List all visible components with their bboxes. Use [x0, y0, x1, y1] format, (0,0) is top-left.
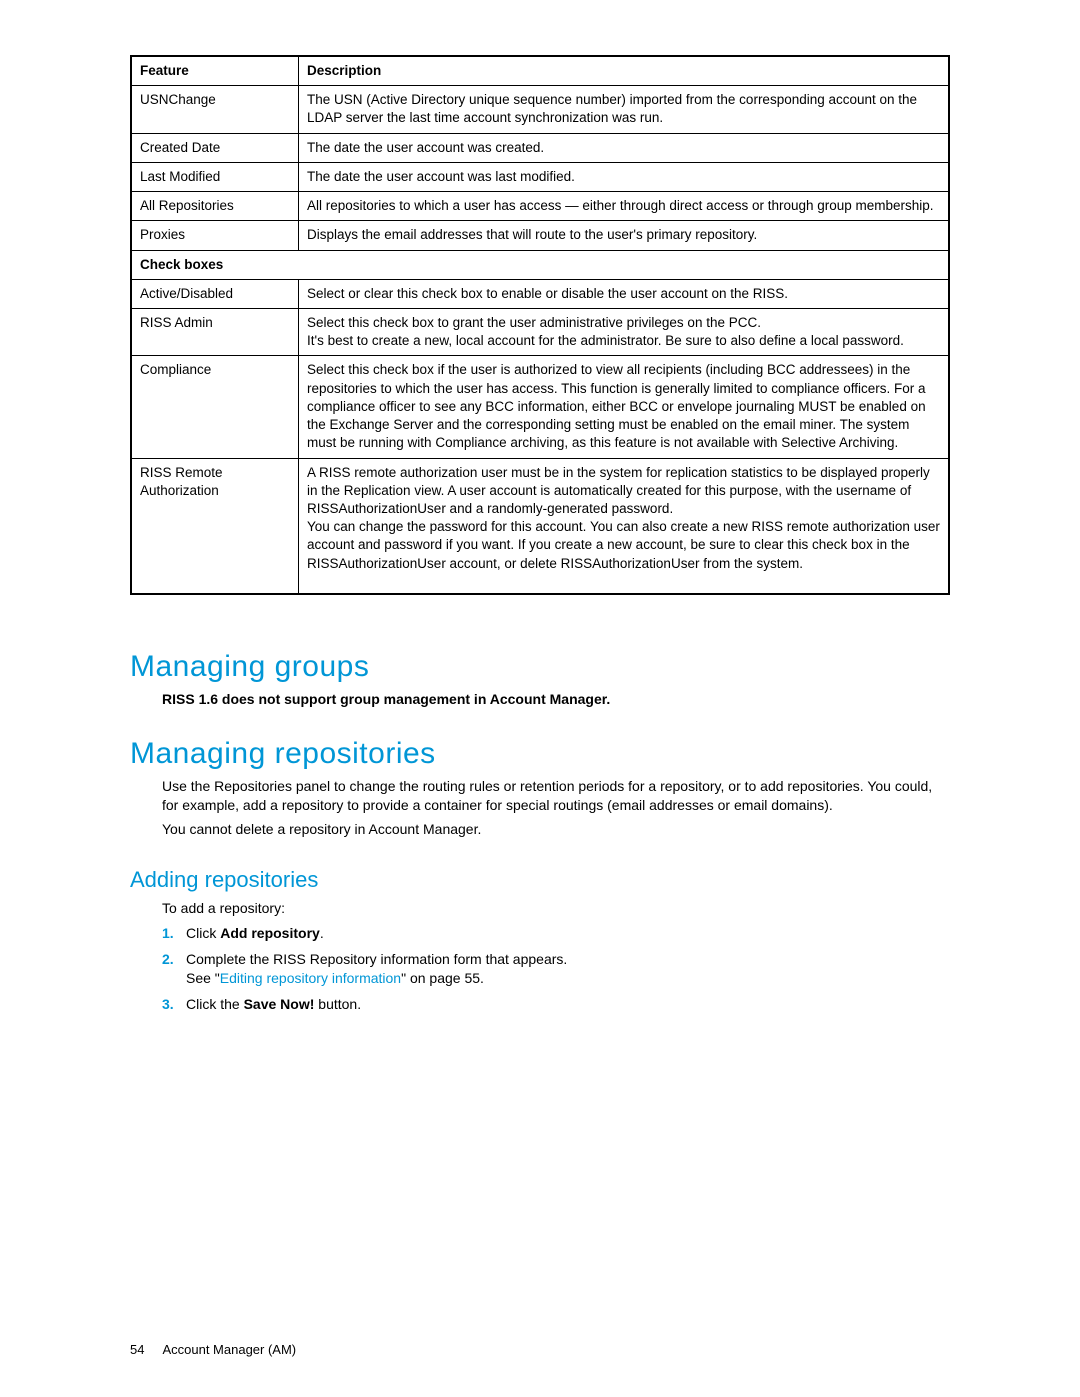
cell-description: Select or clear this check box to enable… — [299, 279, 950, 308]
table-row: All Repositories All repositories to whi… — [131, 192, 949, 221]
cell-feature: RISS Admin — [131, 308, 299, 355]
cell-description: The date the user account was last modif… — [299, 162, 950, 191]
table-row: USNChange The USN (Active Directory uniq… — [131, 86, 949, 133]
cell-feature: Active/Disabled — [131, 279, 299, 308]
document-page: Feature Description USNChange The USN (A… — [0, 0, 1080, 1397]
cell-feature: Proxies — [131, 221, 299, 250]
cell-feature: USNChange — [131, 86, 299, 133]
para-managing-repositories-1: Use the Repositories panel to change the… — [162, 777, 950, 815]
link-editing-repository-information[interactable]: Editing repository information — [220, 970, 401, 986]
para-managing-repositories-2: You cannot delete a repository in Accoun… — [162, 820, 950, 839]
table-row: Last Modified The date the user account … — [131, 162, 949, 191]
cell-feature: All Repositories — [131, 192, 299, 221]
header-feature: Feature — [131, 56, 299, 86]
step-2: Complete the RISS Repository information… — [162, 950, 950, 989]
intro-adding-repositories: To add a repository: — [162, 899, 950, 918]
cell-description: Select this check box to grant the user … — [299, 308, 950, 355]
section-label: Check boxes — [131, 250, 949, 279]
step-1-prefix: Click — [186, 925, 220, 941]
table-row: Compliance Select this check box if the … — [131, 356, 949, 458]
header-description: Description — [299, 56, 950, 86]
page-number: 54 — [130, 1342, 144, 1357]
cell-feature: Last Modified — [131, 162, 299, 191]
step-1: Click Add repository. — [162, 924, 950, 944]
step-3-suffix: button. — [314, 996, 361, 1012]
step-3-bold: Save Now! — [244, 996, 315, 1012]
step-1-suffix: . — [320, 925, 324, 941]
note-managing-groups: RISS 1.6 does not support group manageme… — [162, 690, 950, 709]
cell-feature: Compliance — [131, 356, 299, 458]
heading-adding-repositories: Adding repositories — [130, 867, 950, 893]
step-1-bold: Add repository — [220, 925, 320, 941]
step-2-line1: Complete the RISS Repository information… — [186, 951, 567, 967]
cell-feature: RISS Remote Authorization — [131, 458, 299, 594]
cell-description: A RISS remote authorization user must be… — [299, 458, 950, 594]
step-2-see-prefix: See " — [186, 970, 220, 986]
step-3-prefix: Click the — [186, 996, 244, 1012]
heading-managing-repositories: Managing repositories — [130, 737, 950, 771]
footer-label: Account Manager (AM) — [162, 1342, 296, 1357]
table-row: Active/Disabled Select or clear this che… — [131, 279, 949, 308]
heading-managing-groups: Managing groups — [130, 650, 950, 684]
table-row: RISS Admin Select this check box to gran… — [131, 308, 949, 355]
steps-list: Click Add repository. Complete the RISS … — [162, 924, 950, 1014]
step-2-see-suffix: " on page 55. — [401, 970, 484, 986]
step-3: Click the Save Now! button. — [162, 995, 950, 1015]
feature-table: Feature Description USNChange The USN (A… — [130, 55, 950, 595]
table-header-row: Feature Description — [131, 56, 949, 86]
cell-description: The USN (Active Directory unique sequenc… — [299, 86, 950, 133]
table-row: Created Date The date the user account w… — [131, 133, 949, 162]
table-row: RISS Remote Authorization A RISS remote … — [131, 458, 949, 594]
cell-description: The date the user account was created. — [299, 133, 950, 162]
page-footer: 54 Account Manager (AM) — [130, 1342, 296, 1357]
cell-feature: Created Date — [131, 133, 299, 162]
table-row: Proxies Displays the email addresses tha… — [131, 221, 949, 250]
cell-description: Select this check box if the user is aut… — [299, 356, 950, 458]
cell-description: Displays the email addresses that will r… — [299, 221, 950, 250]
table-section-row: Check boxes — [131, 250, 949, 279]
cell-description: All repositories to which a user has acc… — [299, 192, 950, 221]
